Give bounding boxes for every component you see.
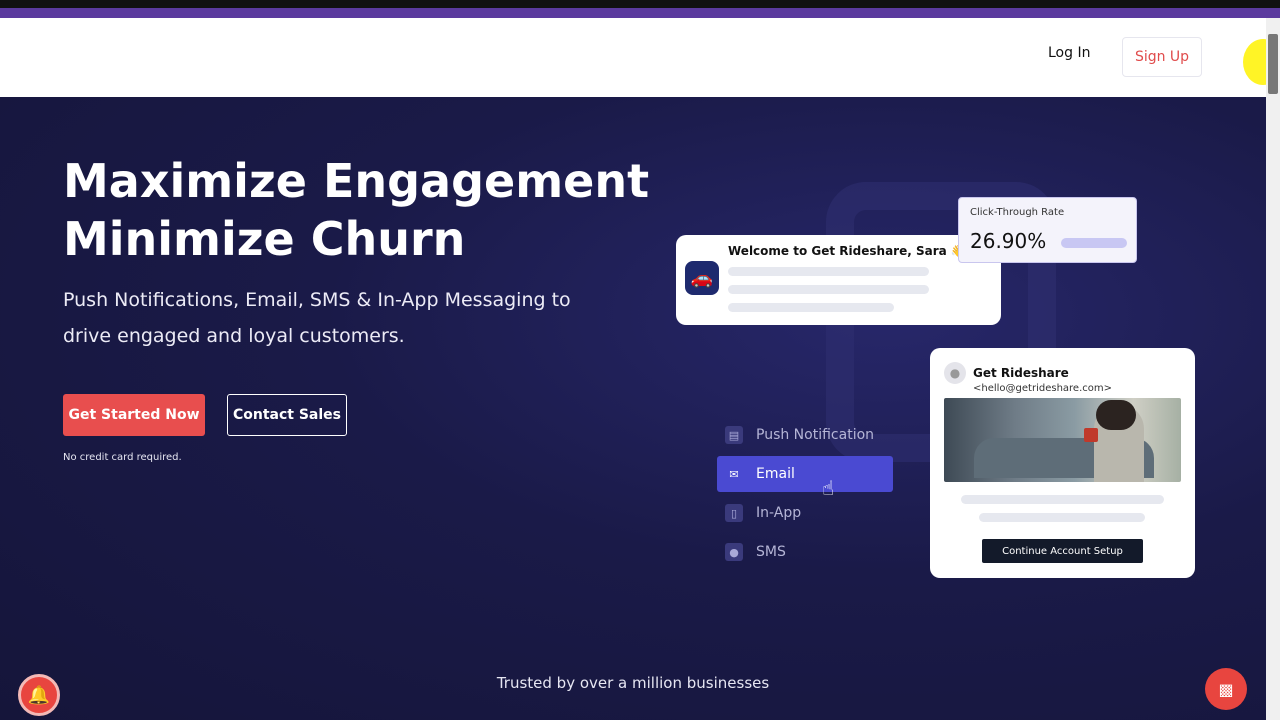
- placeholder-line: [979, 513, 1145, 522]
- hero-subline: Push Notifications, Email, SMS & In-App …: [63, 289, 571, 347]
- hero-section: Maximize Engagement Minimize Churn Push …: [0, 97, 1266, 720]
- browser-top-bar: [0, 0, 1280, 18]
- avatar: ●: [944, 362, 966, 384]
- car-icon: 🚗: [685, 261, 719, 295]
- login-link[interactable]: Log In: [1048, 45, 1090, 61]
- chat-widget-icon[interactable]: ▩: [1205, 668, 1247, 710]
- signup-button[interactable]: Sign Up: [1122, 37, 1202, 77]
- headline-line-2: Minimize Churn: [63, 212, 466, 266]
- channel-push-notification[interactable]: ▤ Push Notification: [717, 417, 893, 453]
- channel-email[interactable]: ✉ Email: [717, 456, 893, 492]
- channel-sms[interactable]: ● SMS: [717, 534, 893, 570]
- hero-headline: Maximize Engagement Minimize Churn: [63, 152, 649, 268]
- push-icon: ▤: [725, 426, 743, 444]
- channel-label: Push Notification: [756, 427, 875, 443]
- channel-list: ▤ Push Notification ✉ Email ▯ In-App ● S…: [717, 417, 893, 573]
- in-app-icon: ▯: [725, 504, 743, 522]
- ctr-value: 26.90%: [970, 229, 1047, 253]
- headline-line-1: Maximize Engagement: [63, 154, 650, 208]
- scrollbar-thumb[interactable]: [1268, 34, 1278, 94]
- channel-in-app[interactable]: ▯ In-App: [717, 495, 893, 531]
- notification-bell-icon[interactable]: 🔔: [18, 674, 60, 716]
- sender-address: <hello@getrideshare.com>: [973, 383, 1112, 394]
- ctr-label: Click-Through Rate: [970, 207, 1065, 218]
- channel-label: SMS: [756, 544, 786, 560]
- click-through-rate-card: Click-Through Rate 26.90%: [958, 197, 1137, 263]
- top-strip: [0, 0, 1280, 8]
- email-sender: Get Rideshare <hello@getrideshare.com>: [973, 366, 1195, 394]
- image-red-accent: [1084, 428, 1098, 442]
- placeholder-line: [961, 495, 1164, 504]
- channel-label: In-App: [756, 505, 802, 521]
- welcome-title: Welcome to Get Rideshare, Sara 👋: [728, 244, 966, 258]
- scrollbar[interactable]: [1266, 18, 1280, 720]
- continue-account-setup-button[interactable]: Continue Account Setup: [982, 539, 1143, 563]
- placeholder-line: [728, 303, 894, 312]
- placeholder-line: [728, 267, 929, 276]
- trusted-by-text: Trusted by over a million businesses: [496, 674, 770, 692]
- email-preview-card: ● Get Rideshare <hello@getrideshare.com>…: [930, 348, 1195, 578]
- image-hair-shape: [1096, 400, 1136, 430]
- hand-cursor-icon: ☝: [822, 476, 835, 500]
- contact-sales-button[interactable]: Contact Sales: [227, 394, 347, 436]
- placeholder-line: [728, 285, 929, 294]
- sender-name: Get Rideshare: [973, 366, 1069, 380]
- channel-label: Email: [756, 466, 795, 482]
- get-started-button[interactable]: Get Started Now: [63, 394, 205, 436]
- site-header: Log In Sign Up: [0, 18, 1266, 97]
- ctr-bar: [1061, 238, 1127, 248]
- no-credit-card-note: No credit card required.: [63, 452, 182, 463]
- push-notification-preview: 🚗 Welcome to Get Rideshare, Sara 👋: [676, 235, 1001, 325]
- envelope-icon: ✉: [729, 467, 739, 481]
- chat-bubble-icon: ●: [725, 543, 743, 561]
- email-hero-image: [944, 398, 1181, 482]
